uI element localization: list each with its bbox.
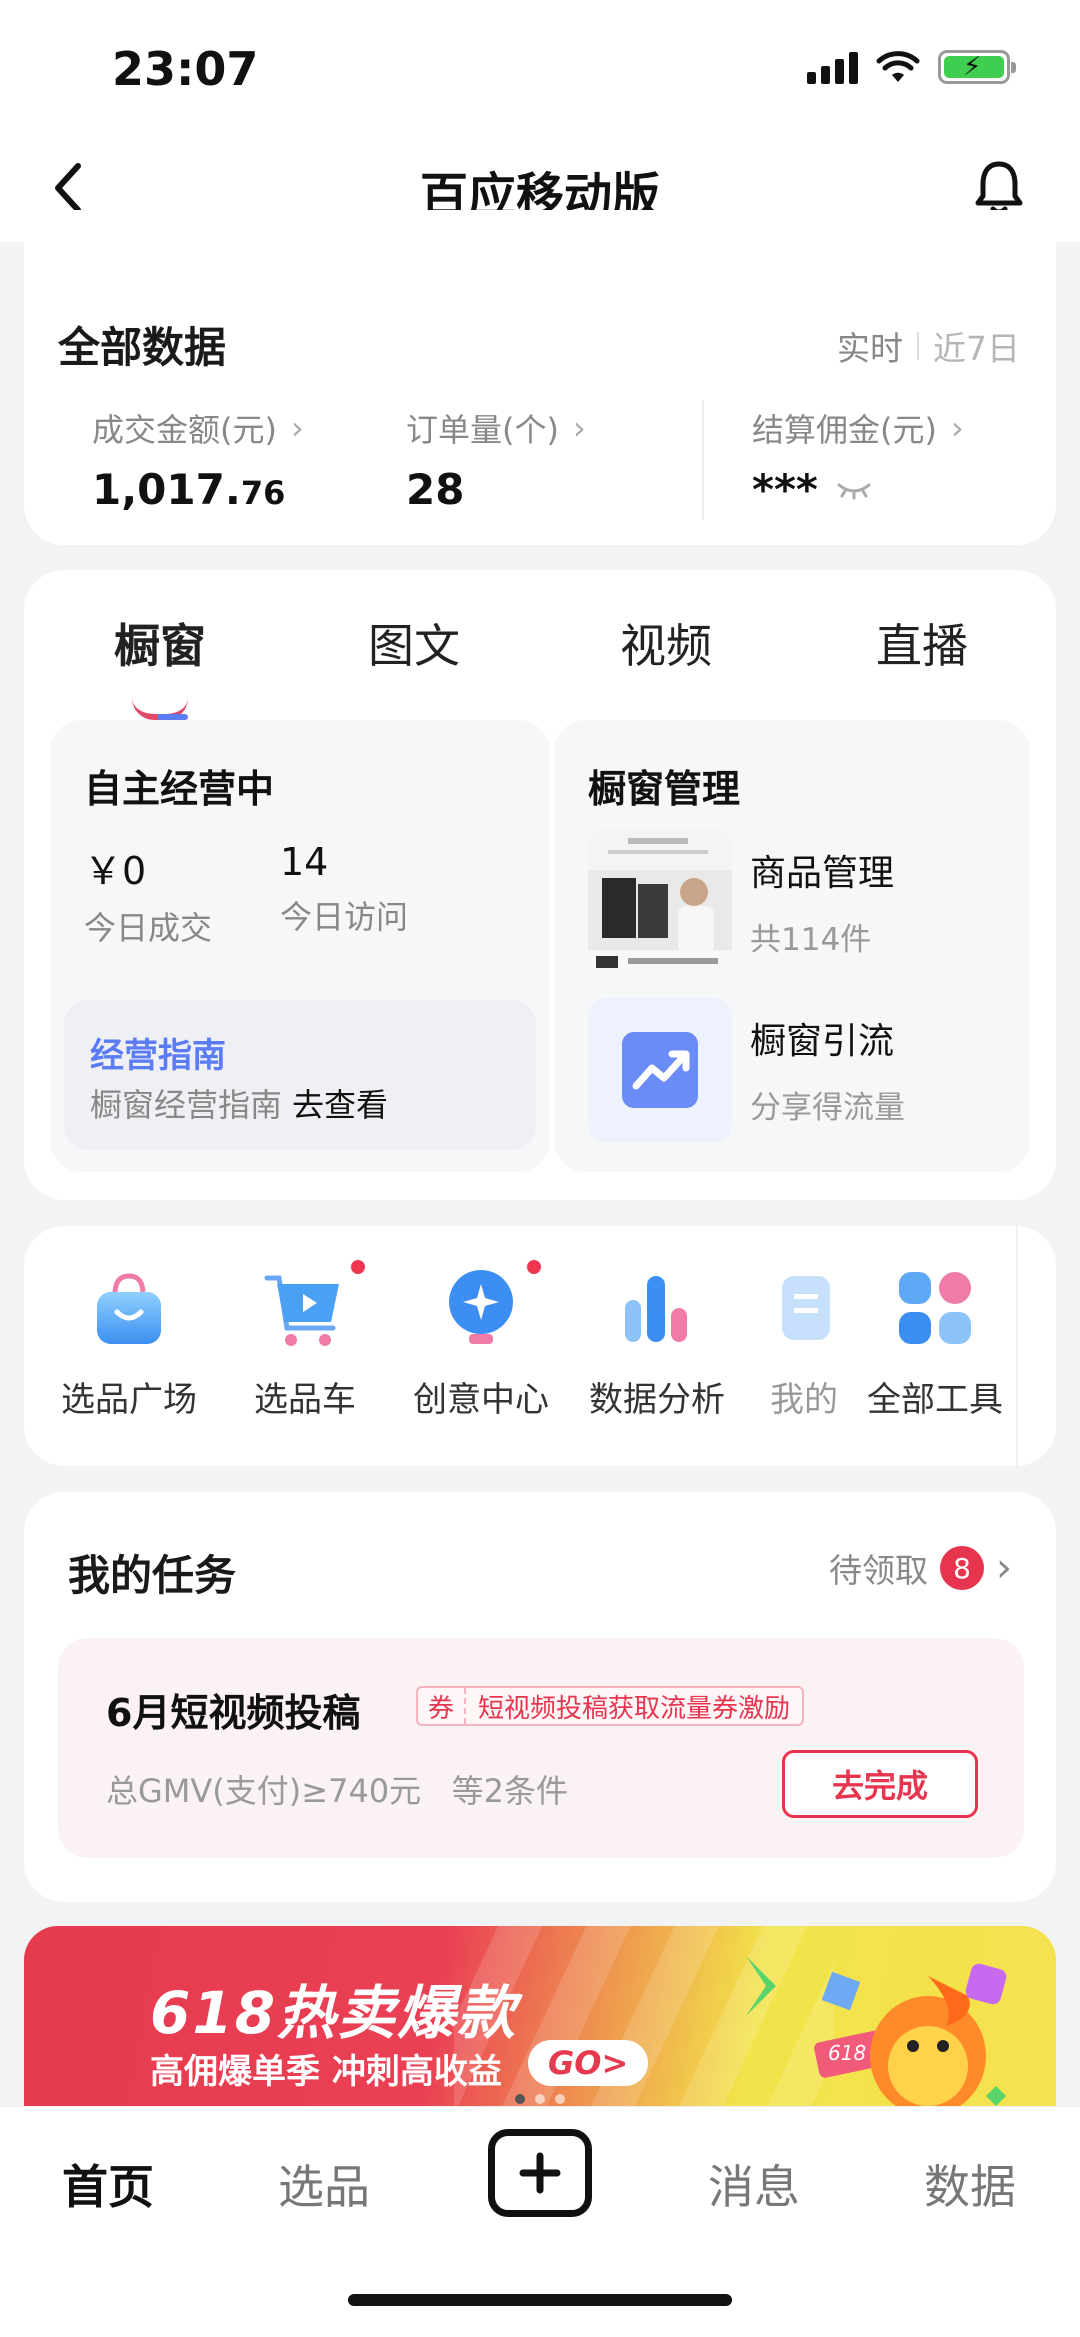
- item-name: 橱窗引流: [750, 1021, 895, 1062]
- metric-value: 28: [406, 465, 465, 514]
- tasks-card: 我的任务 待领取 8 › 6月短视频投稿 券 短视频投稿获取流量券激励 总GMV…: [24, 1492, 1056, 1902]
- svg-text:618: 618: [828, 2041, 866, 2065]
- home-indicator: [348, 2294, 732, 2306]
- cart-icon: [263, 1260, 365, 1350]
- self-run-panel: 自主经营中 ￥0 今日成交 14 今日访问 经营指南 橱窗经营指南 去查看: [50, 720, 550, 1172]
- content-tabs: 橱窗 图文 视频 直播: [24, 610, 1056, 720]
- chevron-right-icon: ›: [950, 409, 964, 447]
- tool-creative-center[interactable]: 创意中心: [406, 1260, 556, 1421]
- task-item[interactable]: 6月短视频投稿 券 短视频投稿获取流量券激励 总GMV(支付)≥740元 等2条…: [58, 1638, 1024, 1858]
- tasks-title: 我的任务: [68, 1551, 237, 1600]
- doc-icon: [762, 1266, 846, 1350]
- wifi-icon: [876, 51, 920, 82]
- tab-home[interactable]: 首页: [62, 2151, 154, 2217]
- bulb-icon: [439, 1260, 541, 1350]
- range-realtime-tab[interactable]: 实时: [837, 322, 903, 370]
- bell-icon[interactable]: [970, 158, 1028, 218]
- task-condition: 总GMV(支付)≥740元 等2条件: [106, 1772, 569, 1810]
- showcase-card: 橱窗 图文 视频 直播 自主经营中 ￥0 今日成交 14 今日访问 经营指南 橱…: [24, 570, 1056, 1200]
- eye-closed-icon[interactable]: [836, 480, 872, 500]
- chevron-right-icon: ›: [290, 409, 304, 447]
- panel-title: 橱窗管理: [588, 767, 741, 811]
- showcase-management-panel: 橱窗管理 商品管理 共114件 橱窗引流 分享得流量: [554, 720, 1030, 1172]
- tab-messages[interactable]: 消息: [708, 2151, 800, 2217]
- overview-title: 全部数据: [58, 323, 227, 372]
- tab-live[interactable]: 直播: [876, 610, 968, 676]
- banner-go-button[interactable]: GO>: [528, 2040, 649, 2086]
- metric-label: 成交金额(元): [92, 411, 277, 449]
- metric-label: 订单量(个): [406, 411, 559, 449]
- battery-icon: ⚡: [938, 50, 1016, 84]
- product-thumbnail: [588, 830, 732, 974]
- trend-up-icon: [588, 998, 732, 1142]
- tab-data[interactable]: 数据: [924, 2151, 1016, 2217]
- tool-label: 我的: [770, 1380, 838, 1420]
- coupon-tag: 券 短视频投稿获取流量券激励: [416, 1686, 805, 1726]
- divider: [702, 400, 704, 520]
- guide-box[interactable]: 经营指南 橱窗经营指南 去查看: [64, 1000, 536, 1150]
- range-7day-tab[interactable]: 近7日: [933, 322, 1020, 370]
- metric-gmv[interactable]: 成交金额(元) › 1,017.76: [92, 405, 304, 514]
- chevron-right-icon: ›: [572, 409, 586, 447]
- tab-video[interactable]: 视频: [620, 610, 712, 676]
- metric-commission[interactable]: 结算佣金(元) › ***: [752, 405, 964, 514]
- notification-dot: [527, 1260, 541, 1274]
- stat-today-visits: 14 今日访问: [280, 840, 409, 936]
- plus-icon: [519, 2152, 561, 2194]
- scroll-edge: [1016, 1226, 1056, 1466]
- shopping-bag-icon: [87, 1266, 171, 1350]
- guide-link[interactable]: 去查看: [292, 1086, 388, 1124]
- tool-label: 全部工具: [867, 1380, 1003, 1420]
- tool-label: 选品车: [254, 1380, 356, 1420]
- panel-title: 自主经营中: [84, 767, 275, 811]
- tool-label: 创意中心: [413, 1380, 549, 1420]
- tool-all-tools[interactable]: 全部工具: [860, 1266, 1010, 1421]
- tab-graphic[interactable]: 图文: [368, 610, 460, 676]
- tool-selection-cart[interactable]: 选品车: [230, 1260, 380, 1421]
- banner-subtitle: 高佣爆单季 冲刺高收益: [150, 2052, 502, 2092]
- metric-value: 1,017.76: [92, 465, 286, 514]
- tool-data-analysis[interactable]: 数据分析: [582, 1266, 732, 1421]
- data-overview-card: 全部数据 实时 近7日 成交金额(元) › 1,017.76 订单量(个) › 28…: [24, 210, 1056, 545]
- tool-label: 选品广场: [61, 1380, 197, 1420]
- tab-showcase[interactable]: 橱窗: [114, 610, 206, 676]
- tool-label: 数据分析: [589, 1380, 725, 1420]
- status-icons: ⚡: [807, 50, 1016, 84]
- bar-chart-icon: [615, 1266, 699, 1350]
- task-name: 6月短视频投稿: [106, 1691, 361, 1735]
- divider: [917, 332, 919, 360]
- item-sub: 共114件: [750, 922, 872, 958]
- banner-title: 618热卖爆款: [150, 1979, 518, 2047]
- guide-title: 经营指南: [90, 1036, 226, 1076]
- pending-count-badge: 8: [940, 1546, 984, 1590]
- banner-illustration: 618: [746, 1956, 1007, 2116]
- status-time: 23:07: [112, 42, 259, 96]
- guide-text: 橱窗经营指南 去查看: [90, 1086, 389, 1124]
- metric-orders[interactable]: 订单量(个) › 28: [406, 405, 586, 514]
- metric-value: ***: [752, 465, 964, 514]
- complete-task-button[interactable]: 去完成: [782, 1750, 978, 1818]
- tool-selection-square[interactable]: 选品广场: [54, 1266, 204, 1421]
- notification-dot: [351, 1260, 365, 1274]
- promo-banner[interactable]: 618热卖爆款 高佣爆单季 冲刺高收益 GO> 618: [24, 1926, 1056, 2116]
- active-tab-indicator: [132, 698, 188, 720]
- tools-card: 选品广场 选品车 创意中心 数据分析 我的 全部工具: [24, 1226, 1056, 1466]
- tool-mine[interactable]: 我的: [754, 1266, 854, 1421]
- grid-icon: [893, 1266, 977, 1350]
- tab-selection[interactable]: 选品: [278, 2151, 370, 2217]
- pending-label: 待领取: [829, 1551, 928, 1590]
- item-sub: 分享得流量: [750, 1090, 905, 1126]
- stat-today-deal: ￥0 今日成交: [84, 849, 213, 947]
- range-switch: 实时 近7日: [837, 322, 1020, 370]
- status-bar: 23:07 ⚡: [0, 0, 1080, 130]
- chevron-right-icon: ›: [996, 1545, 1012, 1591]
- signal-icon: [807, 50, 858, 84]
- pending-tasks-link[interactable]: 待领取 8 ›: [829, 1544, 1012, 1592]
- metric-label: 结算佣金(元): [752, 411, 937, 449]
- item-name: 商品管理: [750, 853, 895, 894]
- create-button[interactable]: [488, 2129, 592, 2217]
- carousel-dots: [24, 2094, 1056, 2104]
